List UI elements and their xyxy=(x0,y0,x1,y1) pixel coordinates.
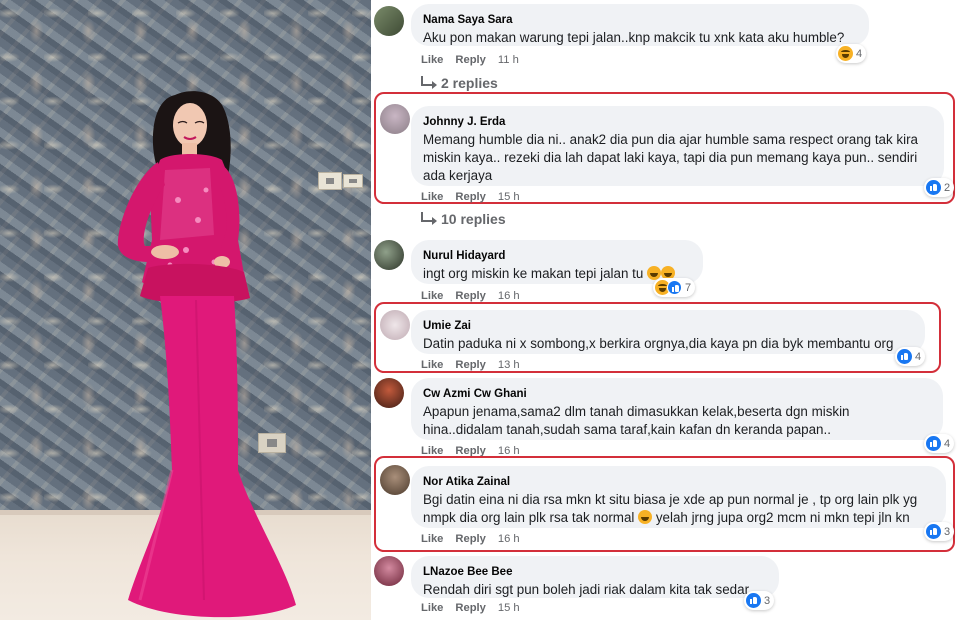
like-button[interactable]: Like xyxy=(421,533,443,545)
like-icon xyxy=(897,349,912,364)
comment-time[interactable]: 11 h xyxy=(498,54,519,66)
reaction-count: 4 xyxy=(915,350,922,363)
comment-bubble: Johnny J. Erda Memang humble dia ni.. an… xyxy=(411,106,944,186)
avatar[interactable] xyxy=(374,556,404,586)
comment-bubble: Cw Azmi Cw Ghani Apapun jenama,sama2 dlm… xyxy=(411,378,943,440)
reaction-count: 3 xyxy=(944,525,951,538)
reaction-summary[interactable]: 4 xyxy=(924,434,955,453)
comment-text: Apapun jenama,sama2 dlm tanah dimasukkan… xyxy=(423,404,850,437)
avatar[interactable] xyxy=(380,310,410,340)
reply-arrow-icon xyxy=(421,76,437,89)
comment-text: Rendah diri sgt pun boleh jadi riak dala… xyxy=(423,582,756,597)
comment-actions: Like Reply 16 h xyxy=(421,289,520,303)
reply-button[interactable]: Reply xyxy=(455,602,485,614)
reply-arrow-icon xyxy=(421,212,437,225)
comment-author[interactable]: Nor Atika Zainal xyxy=(423,474,934,490)
reaction-summary[interactable]: 3 xyxy=(744,591,775,610)
reaction-count: 4 xyxy=(944,437,951,450)
comment-bubble: Umie Zai Datin paduka ni x sombong,x ber… xyxy=(411,310,925,354)
comment-text: Aku pon makan warung tepi jalan..knp mak… xyxy=(423,30,845,45)
avatar[interactable] xyxy=(380,465,410,495)
comment-text: Memang humble dia ni.. anak2 dia pun dia… xyxy=(423,132,918,183)
view-replies-link[interactable]: 10 replies xyxy=(421,211,506,227)
comment-time[interactable]: 13 h xyxy=(498,359,520,371)
comment-bubble: LNazoe Bee Bee Rendah diri sgt pun boleh… xyxy=(411,556,779,598)
comment-actions: Like Reply 15 h xyxy=(421,190,520,204)
comment-author[interactable]: Johnny J. Erda xyxy=(423,114,932,130)
reaction-summary[interactable]: 4 xyxy=(836,44,867,63)
like-button[interactable]: Like xyxy=(421,290,443,302)
comment-author[interactable]: Nurul Hidayard xyxy=(423,248,691,264)
reaction-count: 2 xyxy=(944,181,951,194)
comment-text: ingt org miskin ke makan tepi jalan tu xyxy=(423,265,691,283)
comment-time[interactable]: 15 h xyxy=(498,602,520,614)
comment-actions: Like Reply 11 h xyxy=(421,53,519,67)
comment-time[interactable]: 16 h xyxy=(498,290,520,302)
avatar[interactable] xyxy=(380,104,410,134)
comment-text: Bgi datin eina ni dia rsa mkn kt situ bi… xyxy=(423,492,918,525)
haha-icon xyxy=(838,46,853,61)
reply-button[interactable]: Reply xyxy=(455,290,485,302)
like-button[interactable]: Like xyxy=(421,359,443,371)
reaction-summary[interactable]: 2 xyxy=(924,178,955,197)
comment-actions: Like Reply 13 h xyxy=(421,358,520,372)
comment-time[interactable]: 15 h xyxy=(498,191,520,203)
reaction-count: 7 xyxy=(685,281,692,294)
reply-button[interactable]: Reply xyxy=(455,191,485,203)
reaction-count: 3 xyxy=(764,594,771,607)
reply-button[interactable]: Reply xyxy=(455,359,485,371)
like-button[interactable]: Like xyxy=(421,602,443,614)
comment-author[interactable]: Nama Saya Sara xyxy=(423,12,857,28)
avatar[interactable] xyxy=(374,240,404,270)
comment-author[interactable]: LNazoe Bee Bee xyxy=(423,564,767,580)
comment-author[interactable]: Umie Zai xyxy=(423,318,913,334)
reaction-summary[interactable]: 3 xyxy=(924,522,955,541)
laughing-emoji-icon xyxy=(638,510,653,524)
like-icon xyxy=(746,593,761,608)
like-icon xyxy=(926,436,941,451)
reaction-count: 4 xyxy=(856,47,863,60)
like-button[interactable]: Like xyxy=(421,191,443,203)
like-icon xyxy=(667,280,682,295)
avatar[interactable] xyxy=(374,378,404,408)
woman-in-pink-gown xyxy=(117,91,296,618)
comment-actions: Like Reply 16 h xyxy=(421,532,520,546)
view-replies-link[interactable]: 2 replies xyxy=(421,75,498,91)
like-icon xyxy=(926,524,941,539)
avatar[interactable] xyxy=(374,6,404,36)
comment-author[interactable]: Cw Azmi Cw Ghani xyxy=(423,386,931,402)
reply-button[interactable]: Reply xyxy=(455,533,485,545)
comment-bubble: Nama Saya Sara Aku pon makan warung tepi… xyxy=(411,4,869,46)
like-icon xyxy=(926,180,941,195)
comment-actions: Like Reply 15 h xyxy=(421,601,520,615)
comment-text: Datin paduka ni x sombong,x berkira orgn… xyxy=(423,336,894,351)
reaction-summary[interactable]: 4 xyxy=(895,347,926,366)
like-button[interactable]: Like xyxy=(421,54,443,66)
comment-bubble: Nor Atika Zainal Bgi datin eina ni dia r… xyxy=(411,466,946,528)
reaction-summary[interactable]: 7 xyxy=(653,278,696,297)
reply-button[interactable]: Reply xyxy=(455,54,485,66)
comment-time[interactable]: 16 h xyxy=(498,533,520,545)
comments-section: Nama Saya Sara Aku pon makan warung tepi… xyxy=(371,0,960,620)
photo-panel xyxy=(0,0,371,620)
